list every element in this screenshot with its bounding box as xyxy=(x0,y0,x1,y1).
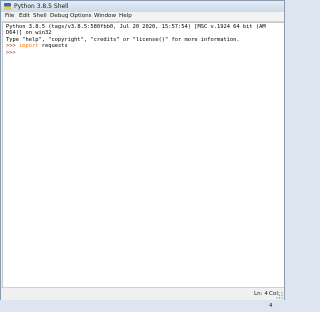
python-icon xyxy=(4,3,11,10)
shell-text-area[interactable]: Python 3.8.5 (tags/v3.8.5:580fbb0, Jul 2… xyxy=(2,22,284,287)
menu-options[interactable]: Options xyxy=(70,12,92,21)
prompt: >>> xyxy=(6,49,16,56)
menu-debug[interactable]: Debug xyxy=(50,12,68,21)
current-prompt-line[interactable]: >>> xyxy=(6,50,16,56)
import-keyword: import xyxy=(19,43,39,50)
menu-file[interactable]: File xyxy=(5,12,14,21)
command-text: requests xyxy=(38,43,68,50)
menu-shell[interactable]: Shell xyxy=(33,12,47,21)
prompt: >>> xyxy=(6,43,16,50)
idle-shell-window: Python 3.8.5 Shell File Edit Shell Debug… xyxy=(0,0,285,309)
menu-help[interactable]: Help xyxy=(119,12,132,21)
menu-edit[interactable]: Edit xyxy=(19,12,30,21)
window-title: Python 3.8.5 Shell xyxy=(14,3,69,10)
status-bar: Ln: 4 Col: 4 xyxy=(1,287,284,309)
resize-grip-icon[interactable] xyxy=(275,291,283,299)
menu-bar: File Edit Shell Debug Options Window Hel… xyxy=(1,12,284,22)
menu-window[interactable]: Window xyxy=(94,12,116,21)
line-number: Ln: 4 xyxy=(254,291,268,297)
